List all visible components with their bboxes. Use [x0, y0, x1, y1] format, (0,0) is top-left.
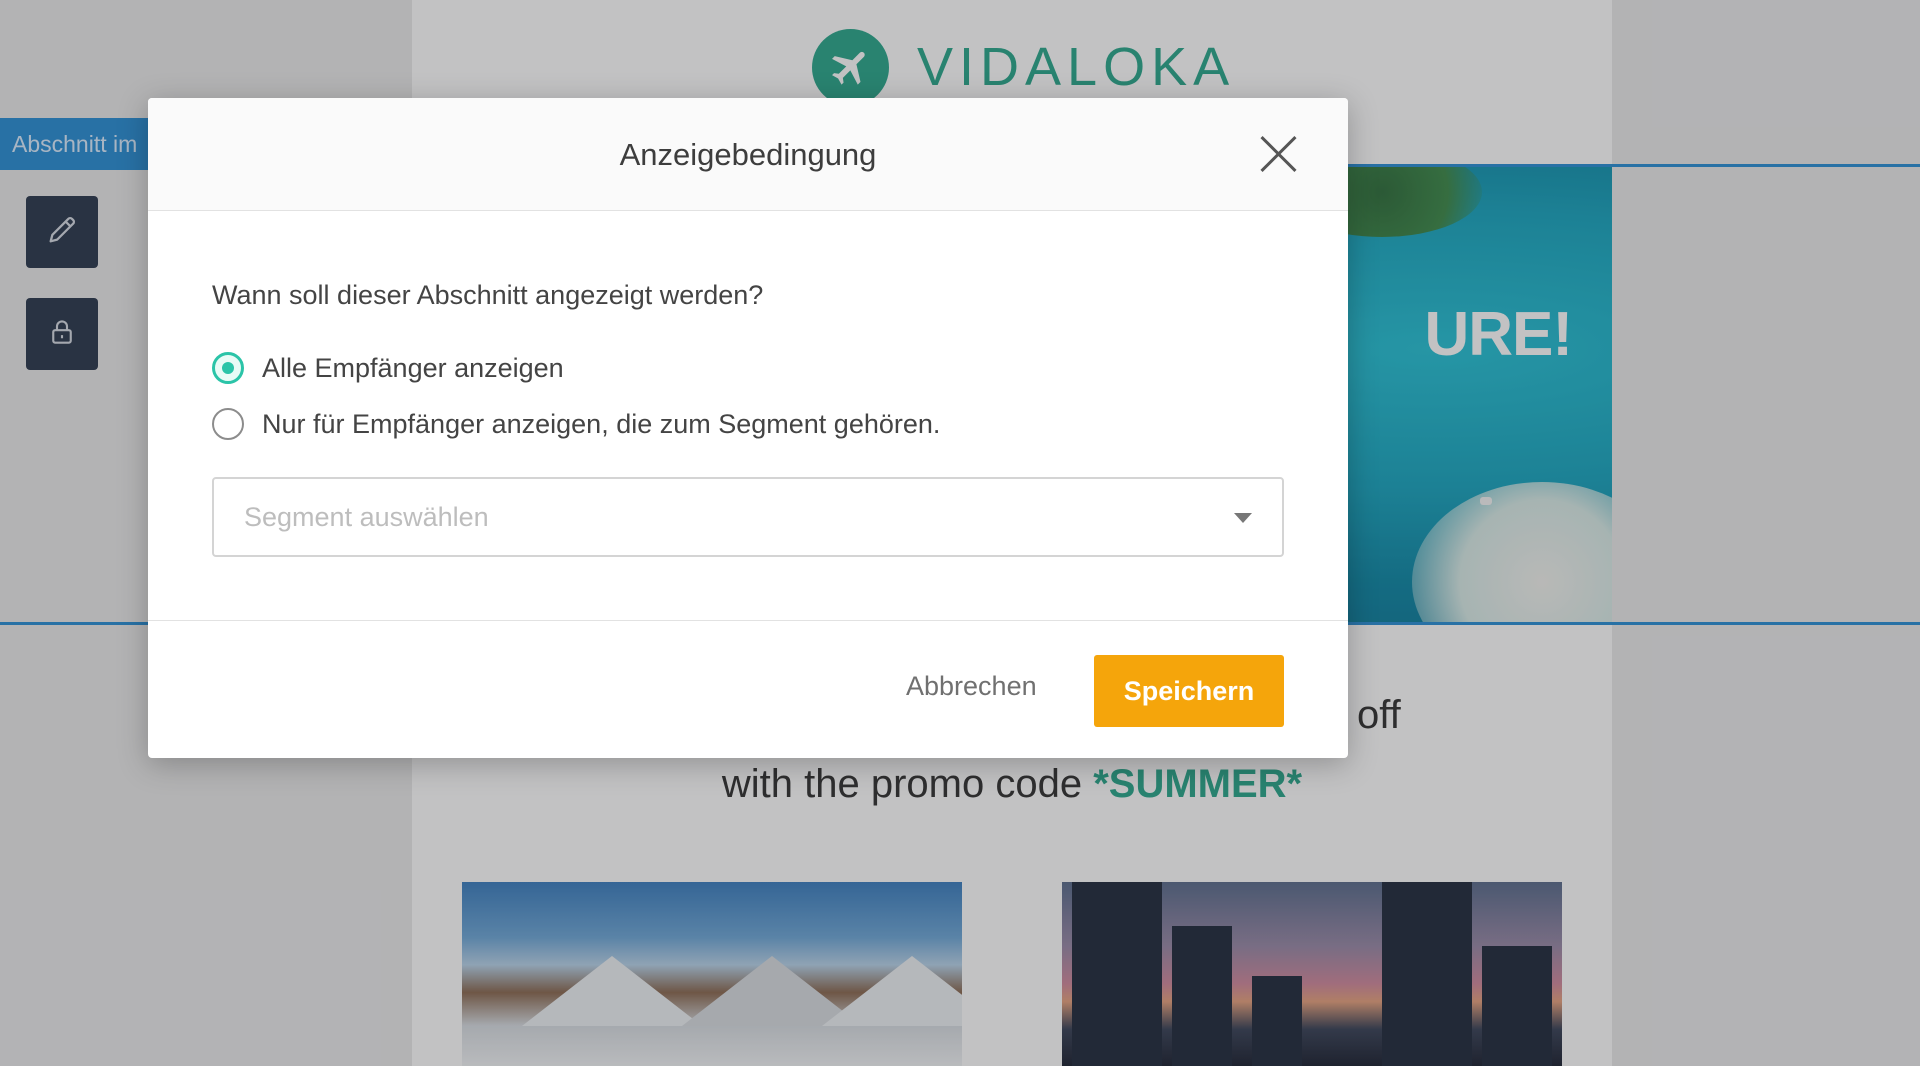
cancel-button[interactable]: Abbrechen — [888, 650, 1055, 722]
segment-select[interactable]: Segment auswählen — [212, 477, 1284, 557]
radio-button-checked[interactable] — [212, 352, 244, 384]
dialog-header: Anzeigebedingung — [148, 98, 1348, 211]
option-label: Alle Empfänger anzeigen — [262, 352, 564, 383]
close-icon[interactable] — [1258, 134, 1298, 174]
question-text: Wann soll dieser Abschnitt angezeigt wer… — [212, 280, 764, 310]
option-segment-recipients[interactable]: Nur für Empfänger anzeigen, die zum Segm… — [212, 408, 940, 440]
segment-select-placeholder: Segment auswählen — [244, 502, 489, 532]
radio-button[interactable] — [212, 408, 244, 440]
caret-down-icon — [1234, 513, 1252, 523]
option-all-recipients[interactable]: Alle Empfänger anzeigen — [212, 352, 564, 384]
save-button[interactable]: Speichern — [1094, 655, 1284, 727]
dialog-title: Anzeigebedingung — [619, 137, 877, 172]
option-label: Nur für Empfänger anzeigen, die zum Segm… — [262, 408, 941, 439]
display-condition-dialog: Anzeigebedingung Wann soll dieser Abschn… — [148, 98, 1348, 758]
